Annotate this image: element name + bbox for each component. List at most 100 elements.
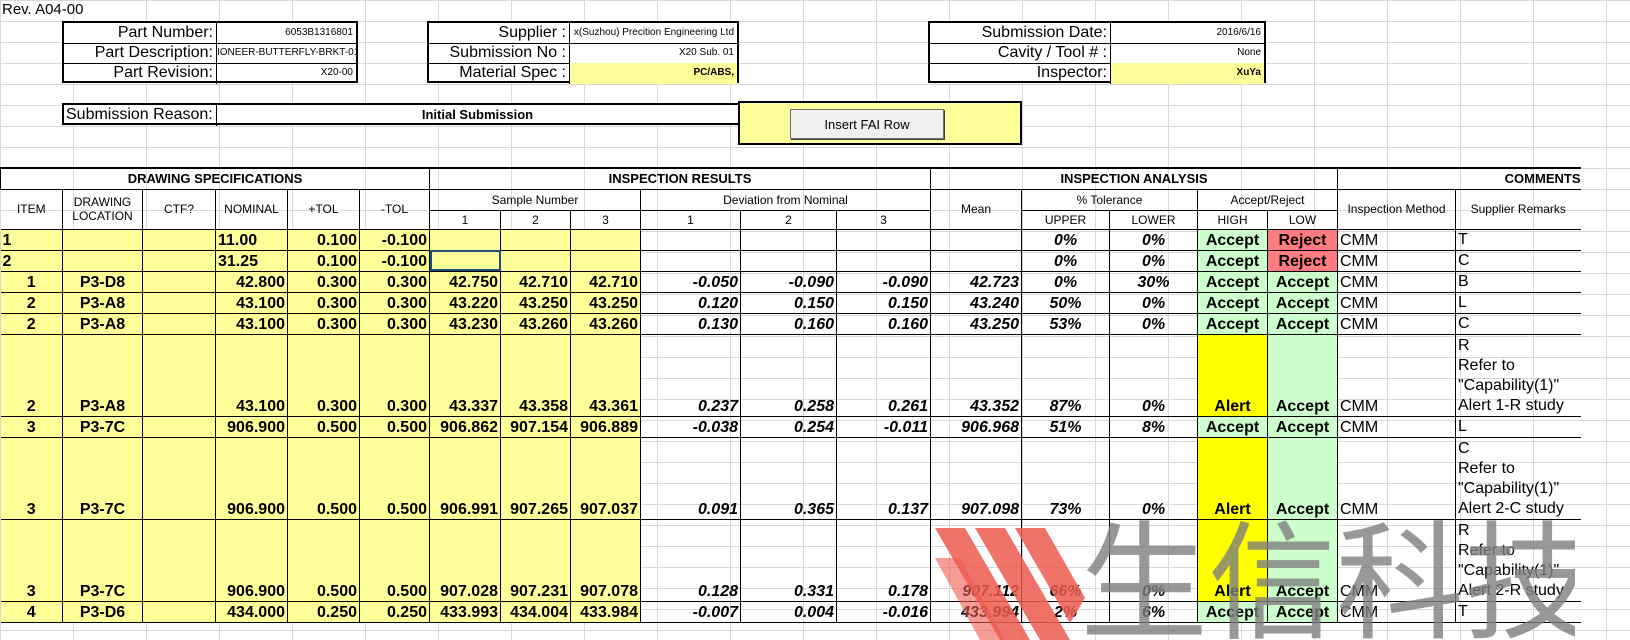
inspector-field[interactable]: XuYa	[1110, 63, 1264, 84]
cell-sample-2[interactable]	[500, 250, 571, 272]
cell-sample-1[interactable]: 433.993	[429, 601, 501, 623]
cell-sample-2[interactable]: 434.004	[500, 601, 571, 623]
cell-inspection-method[interactable]: CMM	[1337, 250, 1456, 272]
cell-sample-1[interactable]	[429, 250, 501, 272]
cavity-tool-field[interactable]: None	[1110, 43, 1264, 64]
cell-nominal[interactable]: 31.25	[215, 250, 288, 272]
part-revision-field[interactable]: X20-00	[216, 63, 356, 84]
cell-plus-tol[interactable]: 0.300	[287, 313, 360, 335]
cell-plus-tol[interactable]: 0.300	[287, 271, 360, 293]
cell-ctf[interactable]	[142, 437, 216, 520]
cell-minus-tol[interactable]: 0.500	[359, 519, 430, 602]
cell-supplier-remarks[interactable]: B	[1455, 271, 1581, 293]
cell-sample-2[interactable]: 43.358	[500, 334, 571, 417]
cell-plus-tol[interactable]: 0.250	[287, 601, 360, 623]
cell-item[interactable]: 2	[0, 334, 63, 417]
cell-ctf[interactable]	[142, 292, 216, 314]
cell-sample-2[interactable]	[500, 229, 571, 251]
cell-item[interactable]: 2	[0, 292, 63, 314]
cell-nominal[interactable]: 434.000	[215, 601, 288, 623]
cell-ctf[interactable]	[142, 416, 216, 438]
cell-sample-3[interactable]: 43.361	[570, 334, 641, 417]
cell-sample-3[interactable]: 43.260	[570, 313, 641, 335]
cell-minus-tol[interactable]: 0.300	[359, 292, 430, 314]
cell-supplier-remarks[interactable]: C	[1455, 250, 1581, 272]
cell-supplier-remarks[interactable]: L	[1455, 416, 1581, 438]
cell-sample-3[interactable]	[570, 250, 641, 272]
cell-sample-2[interactable]: 907.154	[500, 416, 571, 438]
cell-sample-1[interactable]: 906.991	[429, 437, 501, 520]
cell-inspection-method[interactable]: CMM	[1337, 313, 1456, 335]
cell-sample-2[interactable]: 43.260	[500, 313, 571, 335]
cell-supplier-remarks[interactable]: T	[1455, 229, 1581, 251]
cell-sample-1[interactable]: 43.337	[429, 334, 501, 417]
cell-sample-3[interactable]: 906.889	[570, 416, 641, 438]
cell-plus-tol[interactable]: 0.500	[287, 416, 360, 438]
cell-plus-tol[interactable]: 0.300	[287, 292, 360, 314]
cell-nominal[interactable]: 11.00	[215, 229, 288, 251]
cell-sample-3[interactable]: 42.710	[570, 271, 641, 293]
cell-supplier-remarks[interactable]: C	[1455, 313, 1581, 335]
cell-inspection-method[interactable]: CMM	[1337, 601, 1456, 623]
cell-plus-tol[interactable]: 0.500	[287, 437, 360, 520]
cell-plus-tol[interactable]: 0.100	[287, 229, 360, 251]
cell-minus-tol[interactable]: 0.300	[359, 334, 430, 417]
cell-minus-tol[interactable]: 0.500	[359, 437, 430, 520]
cell-item[interactable]: 3	[0, 437, 63, 520]
submission-no-field[interactable]: X20 Sub. 01	[569, 43, 737, 64]
cell-item[interactable]: 3	[0, 416, 63, 438]
cell-item[interactable]: 2	[0, 313, 63, 335]
cell-drawing-location[interactable]: P3-7C	[62, 437, 143, 520]
cell-ctf[interactable]	[142, 601, 216, 623]
cell-nominal[interactable]: 43.100	[215, 292, 288, 314]
cell-minus-tol[interactable]: 0.300	[359, 313, 430, 335]
cell-ctf[interactable]	[142, 250, 216, 272]
cell-supplier-remarks[interactable]: L	[1455, 292, 1581, 314]
cell-nominal[interactable]: 906.900	[215, 437, 288, 520]
cell-drawing-location[interactable]: P3-A8	[62, 292, 143, 314]
cell-plus-tol[interactable]: 0.500	[287, 519, 360, 602]
cell-nominal[interactable]: 43.100	[215, 334, 288, 417]
cell-supplier-remarks[interactable]: C Refer to "Capability(1)" Alert 2-C study	[1455, 437, 1581, 520]
cell-ctf[interactable]	[142, 229, 216, 251]
cell-item[interactable]: 1	[0, 271, 63, 293]
cell-sample-2[interactable]: 43.250	[500, 292, 571, 314]
cell-drawing-location[interactable]: P3-D8	[62, 271, 143, 293]
cell-nominal[interactable]: 42.800	[215, 271, 288, 293]
cell-sample-2[interactable]: 42.710	[500, 271, 571, 293]
cell-sample-3[interactable]: 433.984	[570, 601, 641, 623]
cell-sample-1[interactable]: 43.220	[429, 292, 501, 314]
cell-minus-tol[interactable]: 0.300	[359, 271, 430, 293]
cell-minus-tol[interactable]: -0.100	[359, 250, 430, 272]
cell-sample-1[interactable]: 43.230	[429, 313, 501, 335]
material-spec-field[interactable]: PC/ABS,	[569, 63, 737, 84]
cell-inspection-method[interactable]: CMM	[1337, 229, 1456, 251]
cell-plus-tol[interactable]: 0.100	[287, 250, 360, 272]
cell-minus-tol[interactable]: 0.500	[359, 416, 430, 438]
submission-reason-field[interactable]: Initial Submission	[216, 105, 738, 126]
cell-ctf[interactable]	[142, 271, 216, 293]
cell-sample-1[interactable]: 906.862	[429, 416, 501, 438]
submission-date-field[interactable]: 2016/6/16	[1110, 23, 1264, 44]
cell-ctf[interactable]	[142, 519, 216, 602]
cell-sample-1[interactable]: 907.028	[429, 519, 501, 602]
cell-inspection-method[interactable]: CMM	[1337, 292, 1456, 314]
insert-fai-row-button[interactable]: Insert FAI Row	[790, 109, 944, 139]
cell-sample-3[interactable]: 43.250	[570, 292, 641, 314]
cell-item[interactable]: 3	[0, 519, 63, 602]
cell-sample-3[interactable]: 907.078	[570, 519, 641, 602]
cell-drawing-location[interactable]: P3-D6	[62, 601, 143, 623]
cell-inspection-method[interactable]: CMM	[1337, 416, 1456, 438]
cell-inspection-method[interactable]: CMM	[1337, 437, 1456, 520]
cell-minus-tol[interactable]: -0.100	[359, 229, 430, 251]
cell-drawing-location[interactable]: P3-7C	[62, 416, 143, 438]
cell-nominal[interactable]: 43.100	[215, 313, 288, 335]
cell-supplier-remarks[interactable]: R Refer to "Capability(1)" Alert 1-R study	[1455, 334, 1581, 417]
cell-ctf[interactable]	[142, 334, 216, 417]
cell-sample-2[interactable]: 907.231	[500, 519, 571, 602]
cell-ctf[interactable]	[142, 313, 216, 335]
cell-sample-3[interactable]	[570, 229, 641, 251]
part-description-field[interactable]: IONEER-BUTTERFLY-BRKT-01	[216, 43, 356, 64]
cell-sample-2[interactable]: 907.265	[500, 437, 571, 520]
cell-drawing-location[interactable]	[62, 229, 143, 251]
